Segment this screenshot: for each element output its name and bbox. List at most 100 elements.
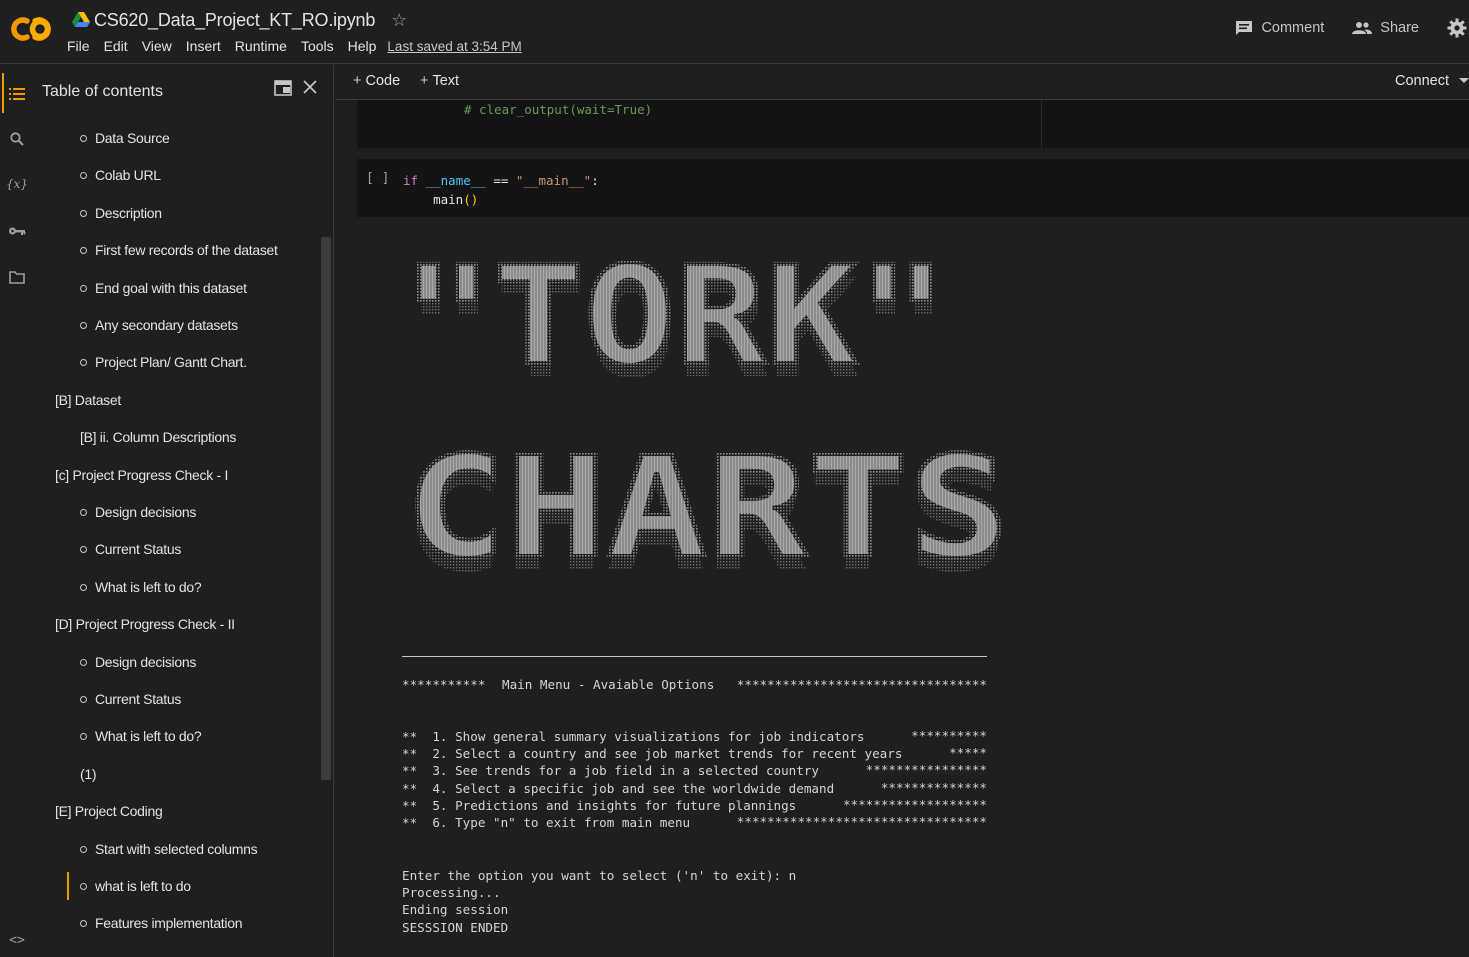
menu-option-4-stars: ************** [880,780,987,795]
toc-list-icon[interactable] [8,85,26,103]
open-in-tab-icon[interactable] [274,80,292,96]
toc-item[interactable]: Start with selected columns [80,840,258,857]
notebook-title[interactable]: CS620_Data_Project_KT_RO.ipynb [94,10,375,31]
toc-item[interactable]: Any secondary datasets [80,317,238,333]
toc-item-label: (1) [80,765,97,782]
toc-item-label: Design decisions [95,504,197,520]
toc-item-label: End goal with this dataset [95,279,247,296]
folder-icon[interactable] [8,268,26,286]
menu-file[interactable]: File [60,38,97,54]
last-saved-link[interactable]: Last saved at 3:54 PM [387,39,521,54]
menu-option-2: ** 2. Select a country and see job marke… [402,746,903,761]
chevron-down-icon[interactable] [1459,78,1469,83]
bullet-icon [80,883,87,890]
cell1-code[interactable]: # clear_output(wait=True) [464,102,652,117]
toc-item[interactable]: Description [80,205,162,221]
toc-scrollbar[interactable] [321,237,331,780]
toc-item-label: Data Source [95,130,170,146]
toc-item-label: what is left to do [95,878,191,894]
toc-item[interactable]: End goal with this dataset [80,280,247,296]
bullet-icon [80,733,87,741]
app-header: CS620_Data_Project_KT_RO.ipynb ☆ File Ed… [0,0,1469,64]
colab-logo-icon[interactable] [8,12,54,46]
toc-item-label: Description [95,204,162,221]
close-icon[interactable] [302,79,318,95]
add-text-button[interactable]: + Text [420,73,459,89]
gear-icon[interactable] [1447,18,1467,38]
code-cell-previous[interactable]: # clear_output(wait=True) [357,100,1469,148]
comment-icon [1236,21,1253,35]
toc-item[interactable]: [D] Project Progress Check - II [55,616,235,632]
menu-bar: File Edit View Insert Runtime Tools Help… [60,38,522,54]
bullet-icon [80,845,87,853]
toc-item[interactable]: (1) [80,765,97,782]
toc-item[interactable]: Colab URL [80,167,161,183]
toc-item[interactable]: First few records of the dataset [80,242,278,258]
bullet-icon [80,509,87,516]
share-button[interactable]: Share [1352,20,1419,36]
toc-item-label: [E] Project Coding [55,803,163,820]
menu-option-6: ** 6. Type "n" to exit from main menu [402,815,691,830]
share-label: Share [1380,20,1419,36]
toc-item[interactable]: [c] Project Progress Check - I [55,467,228,483]
toc-item-label: What is left to do? [95,578,202,595]
bullet-icon [80,546,87,554]
menu-header-left: *********** [402,677,486,692]
toc-item[interactable]: Current Status [80,541,181,557]
menu-insert[interactable]: Insert [179,38,228,54]
toc-item[interactable]: Design decisions [80,654,196,670]
add-code-button[interactable]: + Code [353,73,400,89]
code-cell-main[interactable]: [ ] if __name__ == "__main__": main() [357,159,1469,217]
toc-item[interactable]: [B] Dataset [55,392,121,408]
comment-button[interactable]: Comment [1235,19,1324,37]
add-text-label: Text [432,73,460,89]
toc-item[interactable]: What is left to do? [80,578,202,595]
key-icon[interactable] [8,222,26,240]
google-drive-icon[interactable] [72,12,90,28]
menu-header-title: Main Menu - Avaiable Options [502,677,715,692]
menu-view[interactable]: View [135,38,179,54]
toc-item-label: Features implementation [95,915,243,932]
search-icon[interactable] [8,130,26,148]
bullet-icon [80,172,87,180]
toc-item[interactable]: Current Status [80,691,181,707]
menu-option-3-stars: **************** [865,762,987,777]
toc-item[interactable]: [E] Project Coding [55,803,163,820]
toc-item-label: Start with selected columns [95,840,258,857]
code-snippets-icon[interactable]: <> [8,931,26,949]
ending-line: Ending session [402,902,509,917]
toc-item[interactable]: What is left to do? [80,728,202,745]
toc-item[interactable]: Design decisions [80,504,196,520]
banner-line1: "TORK" [402,243,948,396]
toc-item-label: Design decisions [95,653,197,670]
run-cell-button[interactable]: [ ] [366,171,389,186]
menu-option-3: ** 3. See trends for a job field in a se… [402,763,820,778]
star-icon[interactable]: ☆ [391,11,407,29]
toc-item[interactable]: what is left to do [80,878,191,894]
menu-tools[interactable]: Tools [294,38,341,54]
toc-item-label: What is left to do? [95,728,202,745]
menu-edit[interactable]: Edit [97,38,135,54]
table-of-contents-panel: Table of contents Data Source Colab URL De… [34,65,334,957]
toc-item-label: [c] Project Progress Check - I [55,466,229,483]
people-icon [1352,22,1373,34]
connect-label: Connect [1394,73,1449,89]
connect-button[interactable]: Connect [1395,73,1469,89]
menu-option-6-stars: ********************************* [736,814,987,829]
output-separator [402,656,987,657]
menu-option-2-stars: ***** [949,745,987,760]
cell2-code[interactable]: if __name__ == "__main__": main() [403,171,599,209]
bullet-icon [80,920,87,928]
bullet-icon [80,583,87,591]
toc-item[interactable]: Features implementation [80,915,242,931]
bullet-icon [80,247,87,255]
add-code-label: Code [365,73,401,89]
menu-help[interactable]: Help [341,38,384,54]
menu-runtime[interactable]: Runtime [228,38,294,54]
variables-icon[interactable]: {x} [6,175,28,193]
toc-item[interactable]: Data Source [80,130,170,146]
toc-item-label: [B] Dataset [55,391,121,408]
toc-item[interactable]: Project Plan/ Gantt Chart. [80,354,247,370]
toc-item[interactable]: [B] ii. Column Descriptions [80,429,236,445]
bullet-icon [80,658,87,666]
